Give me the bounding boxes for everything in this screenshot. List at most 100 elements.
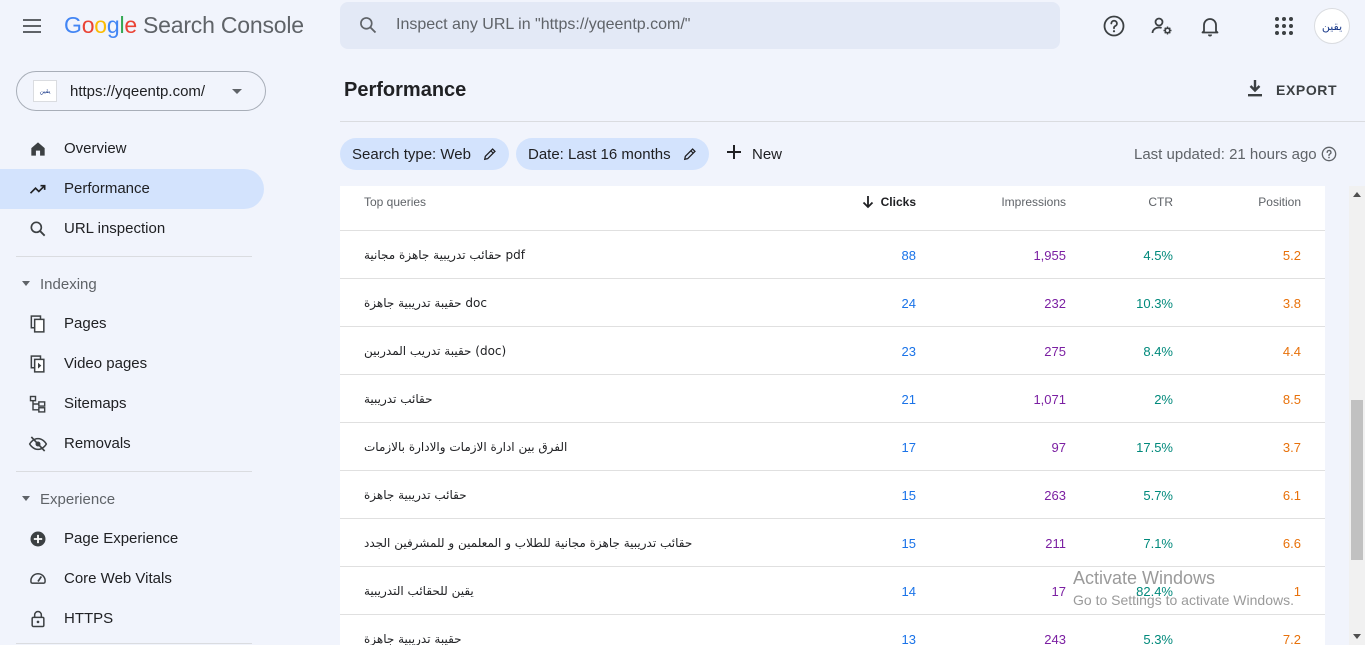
scroll-up-arrow-icon[interactable] bbox=[1353, 192, 1361, 197]
impressions-cell: 97 bbox=[1051, 440, 1066, 455]
sidebar-item-core-web-vitals[interactable]: Core Web Vitals bbox=[0, 559, 264, 599]
search-icon bbox=[358, 15, 378, 40]
scroll-down-arrow-icon[interactable] bbox=[1353, 634, 1361, 639]
eye-off-icon bbox=[28, 434, 48, 454]
new-filter-button[interactable]: New bbox=[720, 138, 788, 170]
query-cell: الفرق بين ادارة الازمات والادارة بالازما… bbox=[364, 440, 568, 454]
page-title: Performance bbox=[344, 79, 467, 101]
scrollbar-thumb[interactable] bbox=[1351, 400, 1363, 560]
page-scrollbar[interactable] bbox=[1349, 186, 1365, 645]
clicks-cell: 24 bbox=[901, 296, 916, 311]
position-cell: 6.6 bbox=[1282, 536, 1301, 551]
impressions-cell: 243 bbox=[1044, 632, 1066, 645]
impressions-cell: 1,071 bbox=[1033, 392, 1066, 407]
url-inspection-input[interactable] bbox=[396, 10, 1036, 40]
help-icon[interactable] bbox=[1321, 146, 1337, 162]
clicks-cell: 88 bbox=[901, 248, 916, 263]
column-header-query[interactable]: Top queries bbox=[364, 195, 426, 209]
column-header-ctr[interactable]: CTR bbox=[1148, 195, 1173, 209]
sidebar-item-https[interactable]: HTTPS bbox=[0, 599, 264, 639]
sidebar-divider bbox=[16, 643, 252, 644]
export-button[interactable]: EXPORT bbox=[1246, 76, 1337, 104]
table-row[interactable]: الفرق بين ادارة الازمات والادارة بالازما… bbox=[340, 423, 1325, 471]
sidebar-item-performance[interactable]: Performance bbox=[0, 169, 264, 209]
main-menu-icon[interactable] bbox=[20, 14, 44, 38]
property-selector[interactable]: يقين https://yqeentp.com/ bbox=[16, 71, 266, 111]
position-cell: 5.2 bbox=[1282, 248, 1301, 263]
help-icon[interactable] bbox=[1102, 14, 1126, 38]
position-cell: 3.8 bbox=[1282, 296, 1301, 311]
clicks-cell: 14 bbox=[901, 584, 916, 599]
table-row[interactable]: حقائب تدريبية جاهزة 15 263 5.7% 6.1 bbox=[340, 471, 1325, 519]
sidebar-item-removals[interactable]: Removals bbox=[0, 424, 264, 464]
position-cell: 4.4 bbox=[1282, 344, 1301, 359]
table-row[interactable]: حقيبة تدريب المدربين (doc) 23 275 8.4% 4… bbox=[340, 327, 1325, 375]
clicks-cell: 23 bbox=[901, 344, 916, 359]
query-cell: حقيبة تدريبية جاهزة doc bbox=[364, 296, 487, 310]
impressions-cell: 275 bbox=[1044, 344, 1066, 359]
lock-icon bbox=[28, 609, 48, 629]
sidebar-divider bbox=[16, 471, 252, 472]
header-divider bbox=[340, 121, 1365, 122]
table-row[interactable]: حقيبة تدريبية جاهزة 13 243 5.3% 7.2 bbox=[340, 615, 1325, 645]
search-console-logo[interactable]: Google Search Console bbox=[64, 12, 304, 39]
impressions-cell: 232 bbox=[1044, 296, 1066, 311]
table-row[interactable]: حقائب تدريبية 21 1,071 2% 8.5 bbox=[340, 375, 1325, 423]
sidebar-item-overview[interactable]: Overview bbox=[0, 129, 264, 169]
url-inspection-search-bar[interactable] bbox=[340, 2, 1060, 49]
property-favicon: يقين bbox=[33, 80, 57, 102]
google-apps-grid-icon[interactable] bbox=[1272, 14, 1296, 38]
sidebar-item-url-inspection[interactable]: URL inspection bbox=[0, 209, 264, 249]
table-header: Top queries Clicks Impressions CTR Posit… bbox=[340, 186, 1325, 231]
query-cell: حقائب تدريبية جاهزة مجانية pdf bbox=[364, 248, 525, 262]
ctr-cell: 8.4% bbox=[1143, 344, 1173, 359]
clicks-cell: 15 bbox=[901, 488, 916, 503]
filter-chip-search-type[interactable]: Search type: Web bbox=[340, 138, 509, 170]
filter-chip-date[interactable]: Date: Last 16 months bbox=[516, 138, 709, 170]
query-cell: حقيبة تدريب المدربين (doc) bbox=[364, 344, 507, 358]
sidebar-item-pages[interactable]: Pages bbox=[0, 304, 264, 344]
sidebar-divider bbox=[16, 256, 252, 257]
column-header-impressions[interactable]: Impressions bbox=[1001, 195, 1066, 209]
video-pages-icon bbox=[28, 354, 48, 374]
gauge-icon bbox=[28, 569, 48, 589]
clicks-cell: 13 bbox=[901, 632, 916, 645]
account-avatar[interactable]: يقين bbox=[1314, 8, 1350, 44]
position-cell: 6.1 bbox=[1282, 488, 1301, 503]
table-row[interactable]: حقيبة تدريبية جاهزة doc 24 232 10.3% 3.8 bbox=[340, 279, 1325, 327]
column-header-position[interactable]: Position bbox=[1258, 195, 1301, 209]
clicks-cell: 21 bbox=[901, 392, 916, 407]
sidebar-item-page-experience[interactable]: Page Experience bbox=[0, 519, 264, 559]
sidebar-section-indexing[interactable]: Indexing bbox=[0, 268, 264, 300]
clicks-cell: 17 bbox=[901, 440, 916, 455]
ctr-cell: 5.3% bbox=[1143, 632, 1173, 645]
property-url: https://yqeentp.com/ bbox=[70, 83, 206, 100]
home-icon bbox=[28, 139, 48, 159]
notifications-bell-icon[interactable] bbox=[1198, 14, 1222, 38]
position-cell: 3.7 bbox=[1282, 440, 1301, 455]
table-row[interactable]: حقائب تدريبية جاهزة مجانية pdf 88 1,955 … bbox=[340, 231, 1325, 279]
chevron-down-icon bbox=[232, 89, 242, 94]
query-cell: حقيبة تدريبية جاهزة bbox=[364, 632, 462, 645]
ctr-cell: 5.7% bbox=[1143, 488, 1173, 503]
column-header-clicks[interactable]: Clicks bbox=[881, 195, 916, 209]
sidebar-section-experience[interactable]: Experience bbox=[0, 483, 264, 515]
ctr-cell: 7.1% bbox=[1143, 536, 1173, 551]
query-cell: حقائب تدريبية جاهزة مجانية للطلاب و المع… bbox=[364, 536, 693, 550]
sitemap-icon bbox=[28, 394, 48, 414]
download-icon bbox=[1246, 78, 1264, 103]
user-settings-icon[interactable] bbox=[1150, 14, 1174, 38]
sidebar-item-sitemaps[interactable]: Sitemaps bbox=[0, 384, 264, 424]
pages-icon bbox=[28, 314, 48, 334]
arrow-down-sort-icon[interactable] bbox=[862, 195, 874, 214]
table-row[interactable]: يقين للحقائب التدريبية 14 17 82.4% 1 bbox=[340, 567, 1325, 615]
impressions-cell: 263 bbox=[1044, 488, 1066, 503]
sidebar-item-video-pages[interactable]: Video pages bbox=[0, 344, 264, 384]
chevron-down-icon bbox=[22, 281, 30, 286]
plus-icon bbox=[726, 144, 742, 165]
table-row[interactable]: حقائب تدريبية جاهزة مجانية للطلاب و المع… bbox=[340, 519, 1325, 567]
ctr-cell: 2% bbox=[1154, 392, 1173, 407]
search-icon bbox=[28, 219, 48, 239]
impressions-cell: 1,955 bbox=[1033, 248, 1066, 263]
query-cell: حقائب تدريبية جاهزة bbox=[364, 488, 467, 502]
